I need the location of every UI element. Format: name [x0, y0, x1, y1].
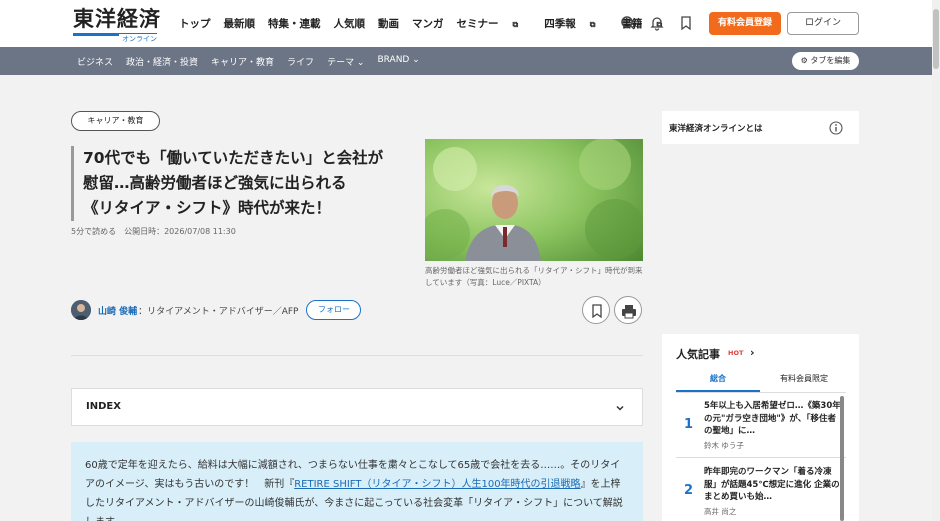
- divider: [71, 355, 643, 356]
- subnav-item-life[interactable]: ライフ: [287, 55, 314, 68]
- tab-edit-button[interactable]: ⚙ タブを編集: [792, 52, 859, 70]
- scrollbar-thumb[interactable]: [933, 9, 939, 69]
- category-tag[interactable]: キャリア・教育: [71, 111, 160, 131]
- about-box[interactable]: 東洋経済オンラインとは: [662, 111, 859, 144]
- nav-item-seminar-label: セミナー: [456, 18, 499, 30]
- tab-premium[interactable]: 有料会員限定: [762, 372, 846, 392]
- title-line: 慰留…高齢労働者ほど強気に出られる: [83, 174, 347, 192]
- author-row: 山崎 俊輔 ：リタイアメント・アドバイザー／AFP フォロー: [71, 299, 362, 321]
- nav-item-latest[interactable]: 最新順: [224, 16, 256, 31]
- rank-number: 2: [684, 483, 694, 498]
- hero-photo: [425, 139, 643, 261]
- list-item[interactable]: 1 5年以上も入居希望ゼロ…《築30年の元"ガラ空き団地"》が、「移住者の聖地」…: [676, 398, 846, 454]
- bookmark-icon[interactable]: [678, 15, 694, 31]
- rank-author: 鈴木 ゆう子: [704, 441, 744, 450]
- external-link-icon: ⧉: [589, 20, 596, 29]
- gear-icon: ⚙: [800, 56, 808, 65]
- author-name[interactable]: 山崎 俊輔: [98, 304, 137, 317]
- image-caption: 高齢労働者ほど強気に出られる「リタイア・シフト」時代が到来しています（写真：Lu…: [425, 266, 643, 287]
- nav-item-manga[interactable]: マンガ: [412, 16, 444, 31]
- hero-image: [425, 139, 643, 261]
- title-line: 70代でも「働いていただきたい」と会社が: [83, 149, 384, 167]
- divider: [676, 457, 846, 458]
- article-lead: 60歳で定年を迎えたら、給料は大幅に減額され、つまらない仕事を粛々とこなして65…: [71, 442, 643, 521]
- ranking-title[interactable]: 人気記事: [676, 346, 720, 362]
- rank-author: 高井 尚之: [704, 507, 737, 516]
- print-button[interactable]: [614, 296, 642, 324]
- external-link-icon: ⧉: [512, 20, 519, 29]
- follow-button[interactable]: フォロー: [306, 300, 362, 320]
- index-label: INDEX: [86, 401, 121, 412]
- nav-item-popular[interactable]: 人気順: [334, 16, 366, 31]
- nav-item-video[interactable]: 動画: [378, 16, 399, 31]
- about-label: 東洋経済オンラインとは: [669, 124, 763, 134]
- printer-icon: [622, 305, 636, 319]
- logo-underline: オンライン: [73, 33, 157, 44]
- tab-overall[interactable]: 総合: [676, 372, 760, 392]
- bookmark-article-button[interactable]: [582, 296, 610, 324]
- site-logo[interactable]: 東洋経済 オンライン: [73, 6, 161, 44]
- rank-number: 1: [684, 417, 694, 432]
- ranking-panel: 人気記事 HOT › 総合 有料会員限定 1 5年以上も入居希望ゼロ…《築30年…: [662, 334, 859, 521]
- subnav-item-career[interactable]: キャリア・教育: [211, 55, 274, 68]
- nav-item-features[interactable]: 特集・連載: [268, 16, 321, 31]
- index-accordion[interactable]: INDEX: [71, 388, 643, 426]
- login-button[interactable]: ログイン: [787, 12, 859, 35]
- nav-item-shikiho[interactable]: 四季報 ⧉: [544, 16, 608, 31]
- subnav-item-politics[interactable]: 政治・経済・投資: [126, 55, 198, 68]
- subnav-item-theme[interactable]: テーマ ⌄: [327, 55, 364, 68]
- bookmark-icon: [592, 304, 602, 319]
- search-icon[interactable]: [620, 15, 636, 31]
- subnav-item-business[interactable]: ビジネス: [77, 55, 113, 68]
- rank-title-text: 5年以上も入居希望ゼロ…《築30年の元"ガラ空き団地"》が、「移住者の聖地」に…: [704, 401, 841, 436]
- chevron-down-icon: [616, 405, 624, 411]
- author-role: ：リタイアメント・アドバイザー／AFP: [138, 306, 299, 317]
- article-title: 70代でも「働いていただきたい」と会社が 慰留…高齢労働者ほど強気に出られる 《…: [71, 146, 411, 221]
- nav-item-seminar[interactable]: セミナー ⧉: [457, 16, 532, 31]
- subnav-item-brand[interactable]: BRAND ⌄: [377, 55, 419, 68]
- page-scrollbar[interactable]: [932, 0, 940, 521]
- site-header: 東洋経済 オンライン トップ 最新順 特集・連載 人気順 動画 マンガ セミナー…: [0, 0, 932, 47]
- book-link[interactable]: RETIRE SHIFT（リタイア・シフト）人生100年時代の引退戦略: [294, 479, 580, 490]
- register-button[interactable]: 有料会員登録: [709, 12, 781, 35]
- chevron-right-icon[interactable]: ›: [750, 346, 755, 359]
- logo-text: 東洋経済: [73, 6, 161, 31]
- nav-item-top[interactable]: トップ: [179, 16, 211, 31]
- main-nav: トップ 最新順 特集・連載 人気順 動画 マンガ セミナー ⧉ 四季報 ⧉ 書籍 ⧉: [179, 16, 688, 31]
- tab-edit-label: タブを編集: [810, 56, 851, 65]
- tab-divider: [676, 392, 846, 393]
- title-line: 《リタイア・シフト》時代が来た！: [83, 199, 332, 217]
- list-item[interactable]: 2 昨年即完のワークマン「着る冷凍服」が話題45℃想定に進化 企業のまとめ買いも…: [676, 464, 846, 520]
- info-icon[interactable]: [829, 121, 843, 135]
- bell-icon[interactable]: [649, 15, 665, 31]
- rank-title-text: 昨年即完のワークマン「着る冷凍服」が話題45℃想定に進化 企業のまとめ買いも始…: [704, 467, 840, 502]
- logo-sub-text: オンライン: [119, 34, 157, 44]
- nav-item-shikiho-label: 四季報: [544, 18, 576, 30]
- ranking-scrollbar[interactable]: [840, 396, 844, 521]
- avatar[interactable]: [71, 300, 91, 320]
- article-meta: 5分で読める 公開日時：2026/07/08 11:30: [71, 227, 236, 236]
- hot-badge: HOT: [728, 349, 744, 357]
- category-nav: ビジネス 政治・経済・投資 キャリア・教育 ライフ テーマ ⌄ BRAND ⌄ …: [0, 47, 932, 75]
